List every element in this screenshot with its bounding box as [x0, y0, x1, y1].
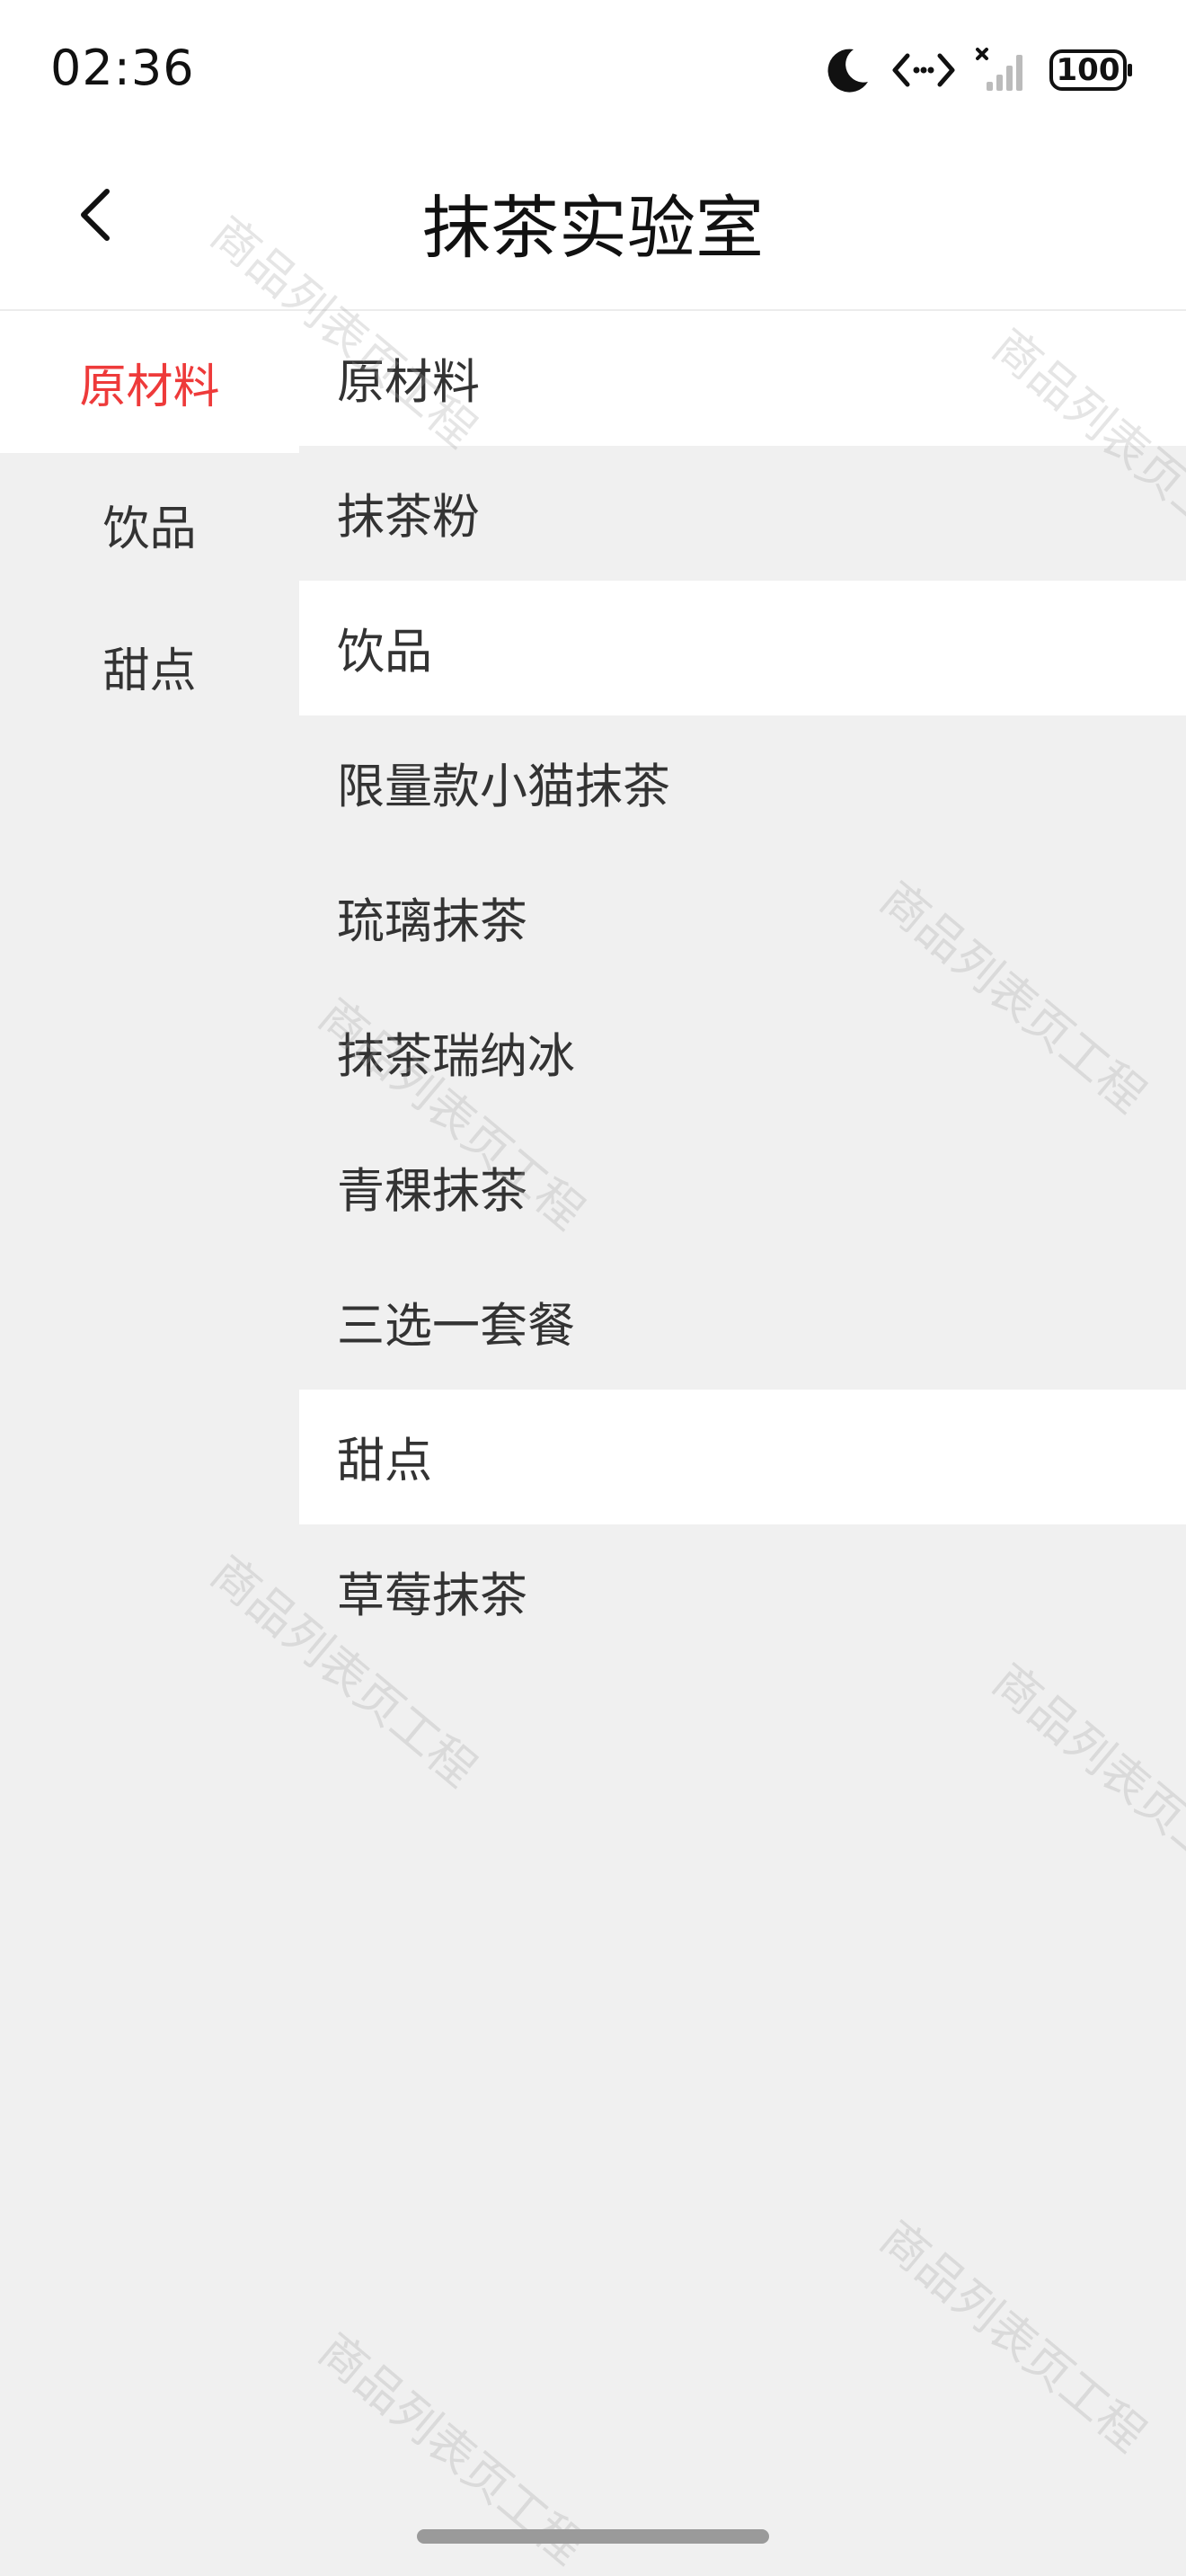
status-time: 02:36	[50, 40, 195, 96]
sidebar-item-raw-materials[interactable]: 原材料	[0, 311, 299, 453]
list-item[interactable]: 琉璃抹茶	[299, 850, 1186, 985]
list-item[interactable]: 三选一套餐	[299, 1255, 1186, 1390]
no-signal-icon	[976, 48, 1030, 93]
moon-icon	[827, 46, 872, 94]
status-icons: 100	[827, 43, 1134, 97]
list-item[interactable]: 限量款小猫抹茶	[299, 715, 1186, 850]
section-header-desserts: 甜点	[299, 1390, 1186, 1524]
battery-icon: 100	[1049, 49, 1134, 92]
status-bar: 02:36 100	[0, 0, 1186, 135]
sidebar-item-drinks[interactable]: 饮品	[0, 453, 299, 595]
data-transfer-icon	[891, 50, 956, 90]
category-sidebar: 原材料 饮品 甜点	[0, 311, 299, 2567]
section-header-raw-materials: 原材料	[299, 311, 1186, 446]
list-item[interactable]: 草莓抹茶	[299, 1524, 1186, 1659]
sidebar-item-label: 甜点	[102, 644, 197, 698]
watermark: 商品列表页工程	[870, 2210, 1155, 2463]
home-indicator[interactable]	[417, 2529, 769, 2544]
sidebar-item-label: 原材料	[79, 360, 220, 414]
section-header-drinks: 饮品	[299, 581, 1186, 715]
watermark: 商品列表页工程	[982, 1653, 1186, 1905]
list-item[interactable]: 青稞抹茶	[299, 1120, 1186, 1255]
battery-level: 100	[1056, 52, 1120, 88]
page-title: 抹茶实验室	[422, 188, 764, 268]
product-list: 原材料 抹茶粉 饮品 限量款小猫抹茶 琉璃抹茶 抹茶瑞纳冰 青稞抹茶 三选一套餐…	[299, 311, 1186, 1659]
navigation-header: 抹茶实验室	[0, 135, 1186, 311]
sidebar-item-label: 饮品	[102, 502, 197, 556]
list-item[interactable]: 抹茶粉	[299, 446, 1186, 581]
sidebar-item-desserts[interactable]: 甜点	[0, 595, 299, 737]
list-item[interactable]: 抹茶瑞纳冰	[299, 985, 1186, 1120]
